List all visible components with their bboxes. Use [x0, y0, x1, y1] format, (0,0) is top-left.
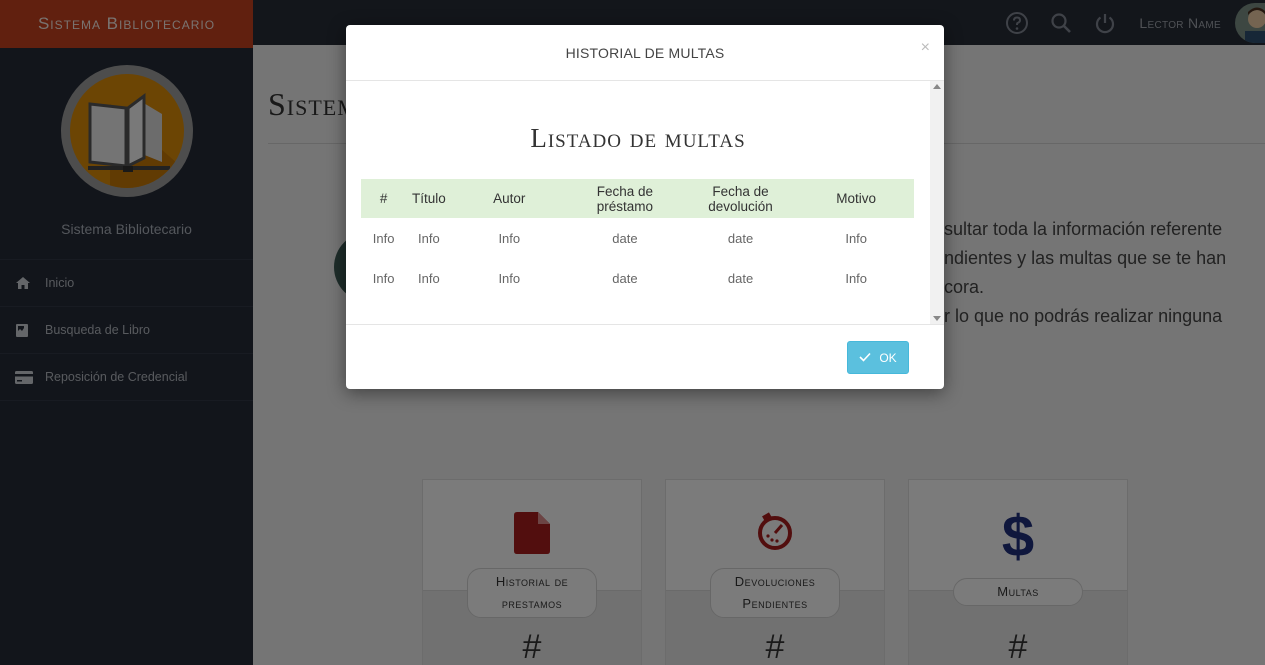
- modal-footer: OK: [346, 324, 944, 389]
- table-row: Info Info Info date date Info: [361, 218, 914, 258]
- table-cell: Info: [498, 230, 521, 246]
- fines-table: # Título Autor Fecha de préstamo Fecha d…: [361, 179, 914, 298]
- scroll-down-arrow-icon[interactable]: [933, 316, 941, 321]
- modal-title: HISTORIAL DE MULTAS: [565, 44, 725, 61]
- table-cell: Info: [372, 230, 395, 246]
- table-cell: date: [612, 230, 638, 246]
- check-icon: [859, 351, 871, 365]
- table-cell: date: [727, 230, 754, 246]
- table-cell: Info: [418, 270, 440, 286]
- ok-button[interactable]: OK: [847, 341, 909, 374]
- table-cell: Info: [845, 230, 868, 246]
- table-row: Info Info Info date date Info: [361, 258, 914, 298]
- modal-header: HISTORIAL DE MULTAS ×: [346, 25, 944, 81]
- column-header: Fecha de devolución: [708, 183, 773, 214]
- column-header: Motivo: [836, 191, 877, 206]
- list-heading: Listado de multas: [530, 123, 746, 153]
- fines-history-modal: HISTORIAL DE MULTAS × Listado de multas …: [346, 25, 944, 389]
- close-icon[interactable]: ×: [921, 39, 930, 57]
- column-header: Título: [411, 191, 446, 206]
- modal-scrollbar[interactable]: [930, 81, 944, 324]
- table-cell: Info: [372, 270, 395, 286]
- table-cell: Info: [845, 270, 868, 286]
- table-cell: Info: [418, 230, 440, 246]
- table-cell: date: [612, 270, 638, 286]
- column-header: #: [379, 191, 388, 206]
- table-cell: date: [727, 270, 754, 286]
- modal-body: Listado de multas # Título Autor Fecha d…: [346, 81, 944, 324]
- column-header: Autor: [493, 191, 526, 206]
- table-cell: Info: [498, 270, 521, 286]
- column-header: Fecha de préstamo: [596, 183, 654, 214]
- table-header-row: # Título Autor Fecha de préstamo Fecha d…: [361, 179, 914, 218]
- ok-label: OK: [879, 350, 897, 365]
- scroll-up-arrow-icon[interactable]: [933, 84, 941, 89]
